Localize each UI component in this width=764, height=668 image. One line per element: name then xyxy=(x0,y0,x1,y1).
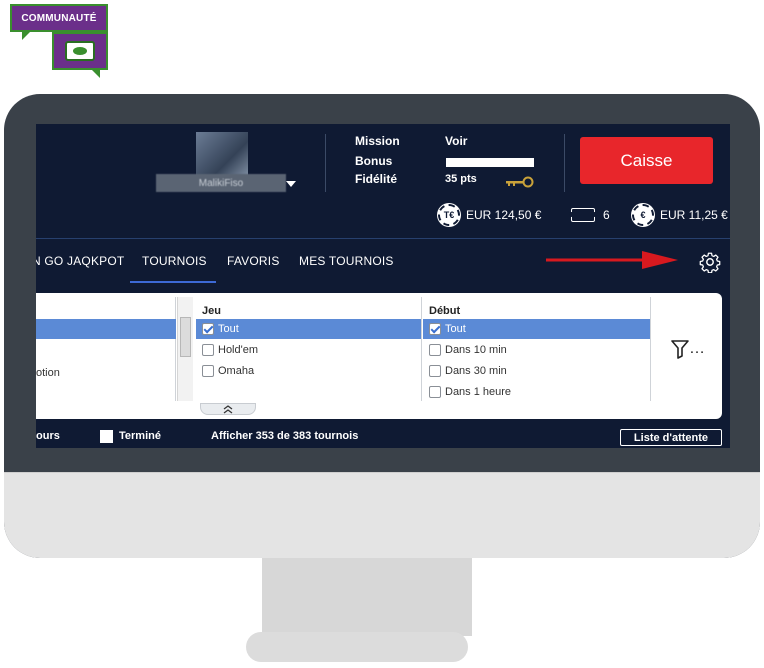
community-badge: COMMUNAUTÉ xyxy=(10,4,108,80)
divider xyxy=(564,134,565,192)
ticket-balance[interactable]: 6 xyxy=(569,204,610,226)
monitor-stand-neck xyxy=(262,558,472,636)
filter-panel: otion Jeu Tout Hold'em Omaha Début Tout … xyxy=(36,293,722,419)
loyalty-progress-bar xyxy=(446,158,534,167)
tournament-count: Afficher 353 de 383 tournois xyxy=(211,430,359,442)
debut-option-1h[interactable]: Dans 1 heure xyxy=(423,382,650,402)
account-header: MalikiFiso Mission Bonus Fidélité Voir 3… xyxy=(36,124,730,238)
option-label: Dans 30 min xyxy=(445,365,507,377)
active-tab-indicator xyxy=(130,281,216,283)
annotation-arrow xyxy=(546,251,678,269)
scrollbar-thumb[interactable] xyxy=(180,317,191,357)
monitor-chin xyxy=(4,472,760,558)
username-dropdown[interactable]: MalikiFiso xyxy=(156,174,286,192)
speech-bubble-tail xyxy=(90,68,100,78)
tab-jackpot[interactable]: N GO JAQKPOT xyxy=(36,254,124,268)
tournament-balance[interactable]: T€ EUR 124,50 € xyxy=(438,204,541,226)
voir-link[interactable]: Voir xyxy=(445,134,467,148)
jeu-option-holdem[interactable]: Hold'em xyxy=(196,340,421,360)
option-label: Hold'em xyxy=(218,344,259,356)
debut-header: Début xyxy=(429,305,461,317)
tournament-euro-chip-icon: T€ xyxy=(438,204,460,226)
filter-column-left: otion xyxy=(36,297,176,401)
filter-ellipsis: … xyxy=(689,340,705,357)
status-partial-label[interactable]: ours xyxy=(36,430,60,442)
option-label: Tout xyxy=(445,323,466,335)
option-label: Dans 10 min xyxy=(445,344,507,356)
checkbox[interactable] xyxy=(429,323,441,335)
checkbox[interactable] xyxy=(429,386,441,398)
debut-option-10min[interactable]: Dans 10 min xyxy=(423,340,650,360)
jeu-header: Jeu xyxy=(202,305,221,317)
jeu-option-omaha[interactable]: Omaha xyxy=(196,361,421,381)
collapse-panel-button[interactable] xyxy=(200,403,256,415)
monitor-stand-base xyxy=(246,632,468,662)
termine-checkbox[interactable] xyxy=(100,430,113,443)
community-chat-bubble xyxy=(52,32,108,70)
tab-mes-tournois[interactable]: MES TOURNOIS xyxy=(299,254,394,268)
checkbox[interactable] xyxy=(202,365,214,377)
divider xyxy=(325,134,326,192)
checkbox[interactable] xyxy=(429,365,441,377)
ticket-icon xyxy=(569,208,597,222)
stage: COMMUNAUTÉ MalikiFiso Mission Bonus Fidé… xyxy=(0,0,764,668)
filter-column-debut: Début Tout Dans 10 min Dans 30 min Dans … xyxy=(423,297,651,401)
mission-label[interactable]: Mission xyxy=(355,134,400,148)
cash-balance[interactable]: € EUR 11,25 € xyxy=(632,204,728,226)
debut-option-30min[interactable]: Dans 30 min xyxy=(423,361,650,381)
debut-option-tout[interactable]: Tout xyxy=(423,319,650,339)
gear-icon[interactable] xyxy=(699,251,721,273)
scrollbar[interactable] xyxy=(177,297,193,401)
bonus-label[interactable]: Bonus xyxy=(355,154,392,168)
chevron-double-up-icon xyxy=(223,404,233,414)
tab-tournois[interactable]: TOURNOIS xyxy=(142,254,207,268)
ticket-count: 6 xyxy=(603,208,610,222)
checkbox[interactable] xyxy=(202,323,214,335)
monitor-logo-icon xyxy=(65,41,95,61)
jeu-option-tout[interactable]: Tout xyxy=(196,319,421,339)
euro-chip-icon: € xyxy=(632,204,654,226)
speech-bubble-tail xyxy=(22,30,32,40)
chevron-down-icon[interactable] xyxy=(286,181,296,187)
poker-client-screen: MalikiFiso Mission Bonus Fidélité Voir 3… xyxy=(36,124,730,448)
filter-button[interactable]: … xyxy=(656,297,720,401)
option-label: Dans 1 heure xyxy=(445,386,512,398)
termine-label[interactable]: Terminé xyxy=(119,430,161,442)
tournament-balance-amount: EUR 124,50 € xyxy=(466,208,542,222)
list-item[interactable]: otion xyxy=(36,367,60,379)
waitlist-button[interactable]: Liste d'attente xyxy=(620,429,722,446)
cashier-button[interactable]: Caisse xyxy=(580,137,713,184)
checkbox[interactable] xyxy=(202,344,214,356)
filter-column-jeu: Jeu Tout Hold'em Omaha xyxy=(196,297,422,401)
cash-balance-amount: EUR 11,25 € xyxy=(660,208,728,222)
option-label: Omaha xyxy=(218,365,255,377)
key-icon xyxy=(506,176,534,188)
fidelite-label[interactable]: Fidélité xyxy=(355,172,397,186)
filter-icon xyxy=(671,340,689,359)
option-label: Tout xyxy=(218,323,239,335)
tab-favoris[interactable]: FAVORIS xyxy=(227,254,280,268)
list-item-selected[interactable] xyxy=(36,319,176,339)
community-badge-label: COMMUNAUTÉ xyxy=(10,4,108,32)
loyalty-points: 35 pts xyxy=(445,173,477,185)
status-bar: ours Terminé Afficher 353 de 383 tournoi… xyxy=(36,424,730,448)
checkbox[interactable] xyxy=(429,344,441,356)
